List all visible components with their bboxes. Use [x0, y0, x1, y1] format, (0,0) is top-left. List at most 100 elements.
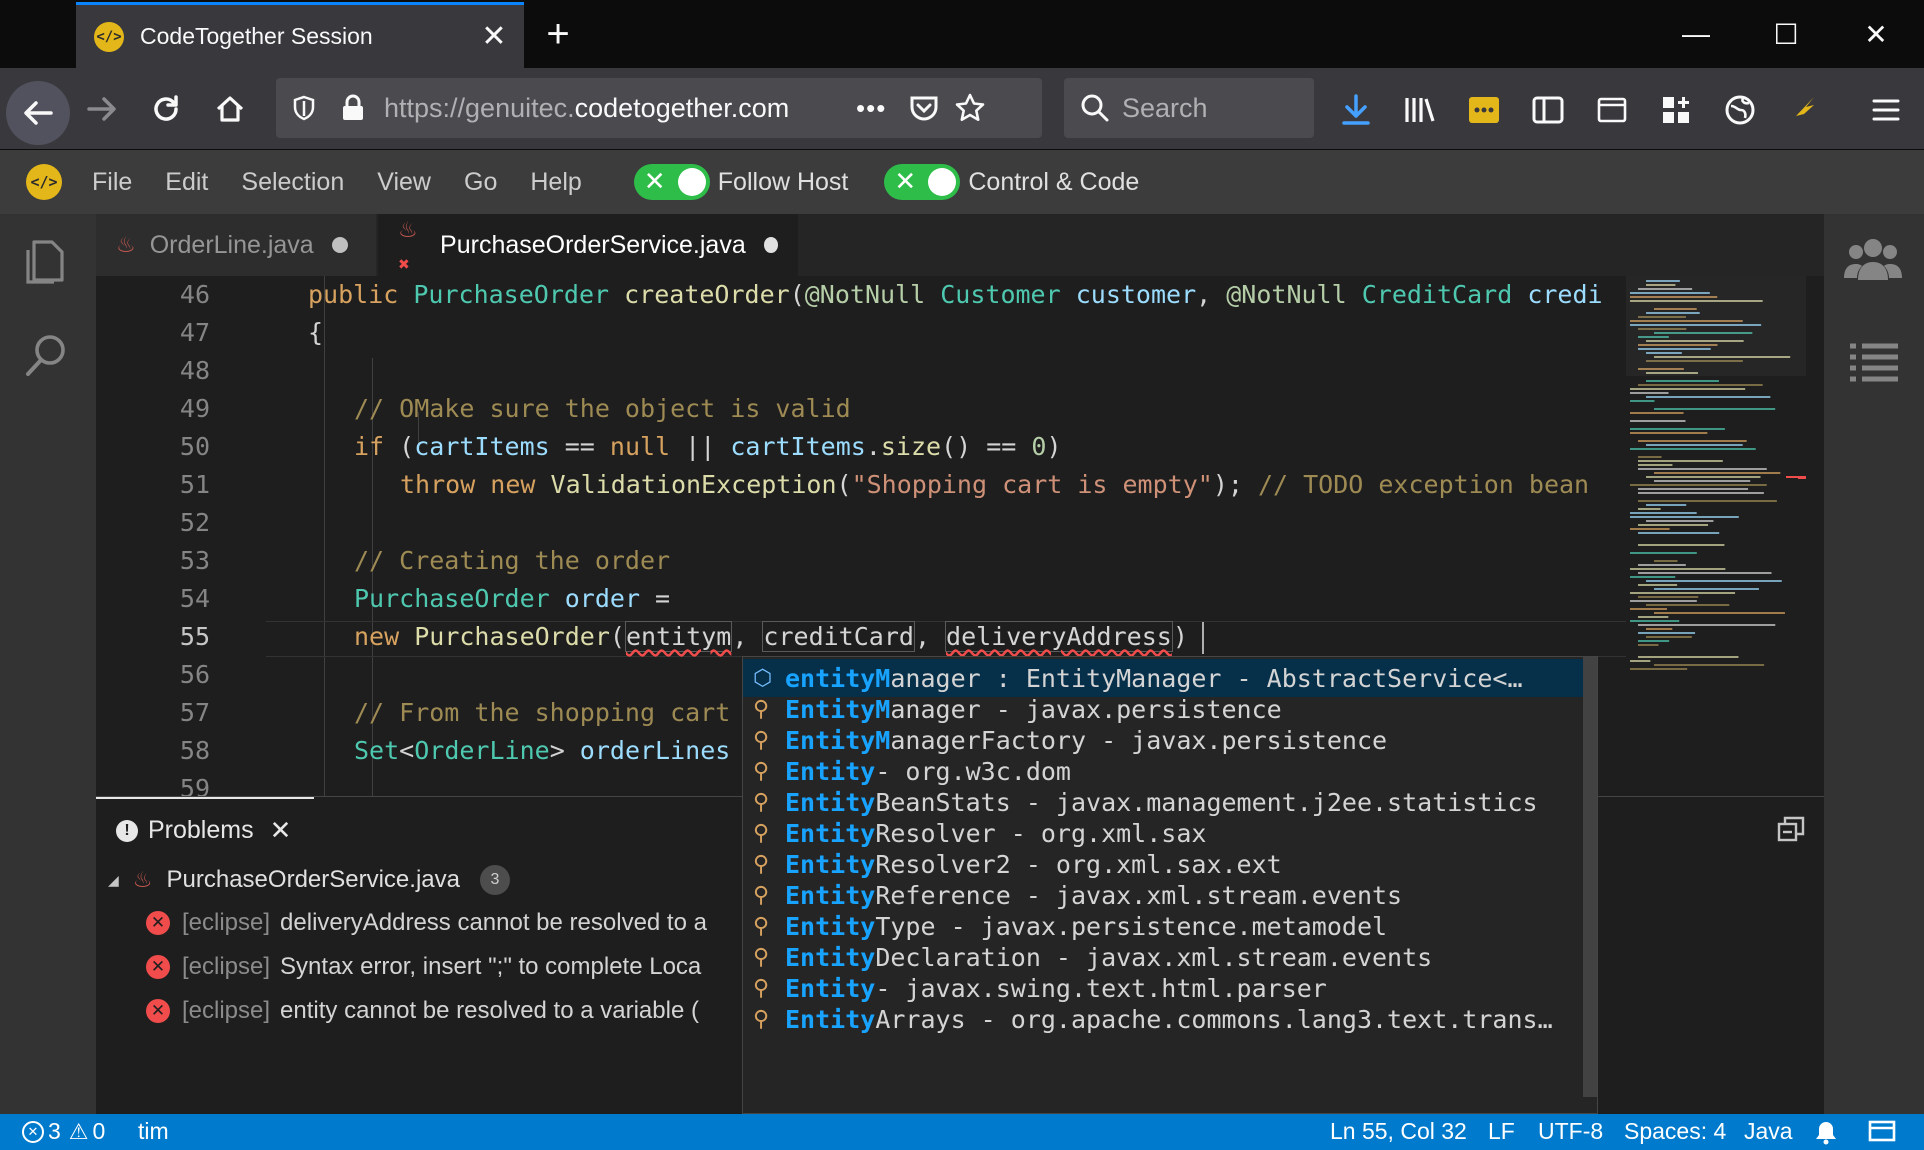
problem-message: Syntax error, insert ";" to complete Loc… [280, 953, 702, 980]
library-button[interactable] [1396, 86, 1444, 134]
field-cube-icon: ⬡ [753, 665, 773, 691]
search-bar[interactable]: Search [1064, 78, 1314, 138]
browser-tab-title: CodeTogether Session [140, 23, 373, 49]
collapse-all-button[interactable] [1776, 815, 1806, 848]
menu-file[interactable]: File [92, 168, 132, 197]
problem-file-row[interactable]: ◢ ♨ PurchaseOrderService.java 3 [108, 865, 510, 895]
addons-button[interactable] [1652, 86, 1700, 134]
editor-tab-orderline[interactable]: ♨ OrderLine.java [96, 214, 376, 276]
autocomplete-popup: ⬡ entityM anager : EntityManager - Abstrac… [742, 656, 1598, 1114]
class-icon: ⚲ [753, 913, 770, 939]
menu-go[interactable]: Go [464, 168, 497, 197]
pocket-icon[interactable] [908, 93, 940, 123]
suggestion-rest: Reference - javax.xml.stream.events [875, 880, 1403, 910]
line-number: 47 [179, 318, 210, 347]
editor-tab-bar: ♨ OrderLine.java ♨✖ PurchaseOrderService… [96, 214, 1824, 276]
menu-selection[interactable]: Selection [241, 168, 344, 197]
shield-icon[interactable] [290, 94, 318, 122]
follow-host-toggle[interactable]: ✕ Follow Host [633, 164, 849, 200]
follow-host-switch[interactable]: ✕ [633, 164, 710, 200]
suggestion-rest: Resolver2 - org.xml.sax.ext [875, 849, 1282, 879]
suggestion-match: entityM [785, 663, 891, 693]
follow-host-label: Follow Host [717, 167, 849, 196]
sidebar-toggle-button[interactable] [1524, 86, 1572, 134]
close-window-button[interactable]: ✕ [1848, 10, 1904, 58]
menu-help[interactable]: Help [530, 168, 581, 197]
codetogether-extension-button[interactable] [1780, 86, 1828, 134]
forward-arrow-icon [87, 97, 116, 121]
status-eol[interactable]: LF [1488, 1118, 1515, 1145]
error-count-icon: ✕ [22, 1120, 44, 1143]
back-button[interactable] [6, 81, 70, 145]
close-panel-icon[interactable]: ✕ [270, 815, 292, 846]
extension-button[interactable] [1460, 86, 1508, 134]
sidebar-icon [1532, 96, 1564, 124]
search-icon [1081, 94, 1109, 122]
class-icon: ⚲ [753, 696, 770, 722]
status-user[interactable]: tim [138, 1118, 169, 1145]
suggestion-match: Entity [785, 787, 876, 817]
users-icon [1844, 239, 1902, 280]
explorer-button[interactable] [20, 234, 72, 293]
home-button[interactable] [202, 81, 258, 137]
bookmark-star-icon[interactable] [954, 92, 986, 124]
control-code-toggle[interactable]: ✕ Control & Code [884, 164, 1139, 200]
feedback-icon[interactable] [1868, 1120, 1896, 1150]
text-cursor [1202, 622, 1204, 654]
editor-tab-purchaseorderservice[interactable]: ♨✖ PurchaseOrderService.java [378, 214, 798, 276]
problem-row[interactable]: ✕ [eclipse] entity cannot be resolved to… [146, 997, 699, 1025]
menu-button[interactable] [1862, 86, 1910, 134]
reload-button[interactable] [138, 81, 194, 137]
maximize-window-button[interactable]: ☐ [1758, 10, 1814, 58]
status-cursor-position[interactable]: Ln 55, Col 32 [1330, 1118, 1467, 1145]
control-code-switch[interactable]: ✕ [884, 164, 961, 200]
extension-chat-icon [1469, 97, 1499, 123]
suggest-scrollbar[interactable] [1583, 657, 1597, 1097]
suggestion-rest: Declaration - javax.xml.stream.events [875, 942, 1433, 972]
status-indentation[interactable]: Spaces: 4 [1624, 1118, 1726, 1145]
class-icon: ⚲ [753, 758, 770, 784]
java-file-icon: ♨ [132, 867, 153, 892]
problem-row[interactable]: ✕ [eclipse] Syntax error, insert ";" to … [146, 953, 701, 981]
problem-count-badge: 3 [479, 865, 510, 895]
code-line: { [308, 318, 324, 347]
problems-status[interactable]: ✕ 3 ⚠ 0 [22, 1118, 105, 1145]
close-tab-icon[interactable]: ✕ [472, 15, 516, 59]
suggestion-rest: BeanStats - javax.management.j2ee.statis… [875, 787, 1538, 817]
search-view-button[interactable] [20, 328, 74, 387]
menu-view[interactable]: View [377, 168, 431, 197]
outline-button[interactable] [1848, 340, 1900, 389]
notifications-bell-icon[interactable] [1814, 1119, 1838, 1150]
unsaved-dot-icon[interactable] [331, 237, 348, 253]
downloads-button[interactable] [1332, 86, 1380, 134]
url-bar[interactable]: https://genuitec.codetogether.com ••• [276, 78, 1042, 138]
new-tab-button[interactable]: + [536, 12, 580, 56]
code-line: PurchaseOrder order = [354, 584, 671, 613]
lock-icon[interactable] [340, 94, 366, 122]
account-button[interactable] [1716, 86, 1764, 134]
class-icon: ⚲ [753, 820, 770, 846]
forward-button[interactable] [74, 81, 130, 137]
code-line: // Creating the order [354, 546, 671, 575]
screenshot-button[interactable] [1588, 86, 1636, 134]
problems-tab[interactable]: ! Problems ✕ [116, 815, 291, 846]
status-language[interactable]: Java [1744, 1118, 1793, 1145]
suggestion-rest: anagerFactory - javax.persistence [890, 725, 1388, 755]
page-actions-icon[interactable]: ••• [856, 93, 886, 124]
suggestion-item[interactable]: ⚲ Entity Arrays - org.apache.commons.lang3… [743, 1000, 1583, 1038]
unsaved-dot-icon[interactable] [763, 237, 778, 253]
collapse-chevron-icon[interactable]: ◢ [108, 872, 119, 889]
status-encoding[interactable]: UTF-8 [1538, 1118, 1603, 1145]
line-number: 54 [179, 584, 210, 613]
problem-row[interactable]: ✕ [eclipse] deliveryAddress cannot be re… [146, 909, 707, 937]
url-text[interactable]: https://genuitec.codetogether.com [384, 93, 804, 124]
minimize-window-button[interactable]: — [1668, 10, 1724, 58]
browser-tab[interactable]: </> CodeTogether Session ✕ [76, 2, 524, 68]
problems-tab-label: Problems [148, 816, 254, 844]
suggestion-rest: Type - javax.persistence.metamodel [875, 911, 1388, 941]
code-line: Set<OrderLine> orderLines [354, 736, 731, 765]
participants-button[interactable] [1844, 232, 1902, 289]
suggestion-match: Entity [785, 880, 876, 910]
minimap[interactable] [1626, 276, 1806, 796]
menu-edit[interactable]: Edit [165, 168, 208, 197]
